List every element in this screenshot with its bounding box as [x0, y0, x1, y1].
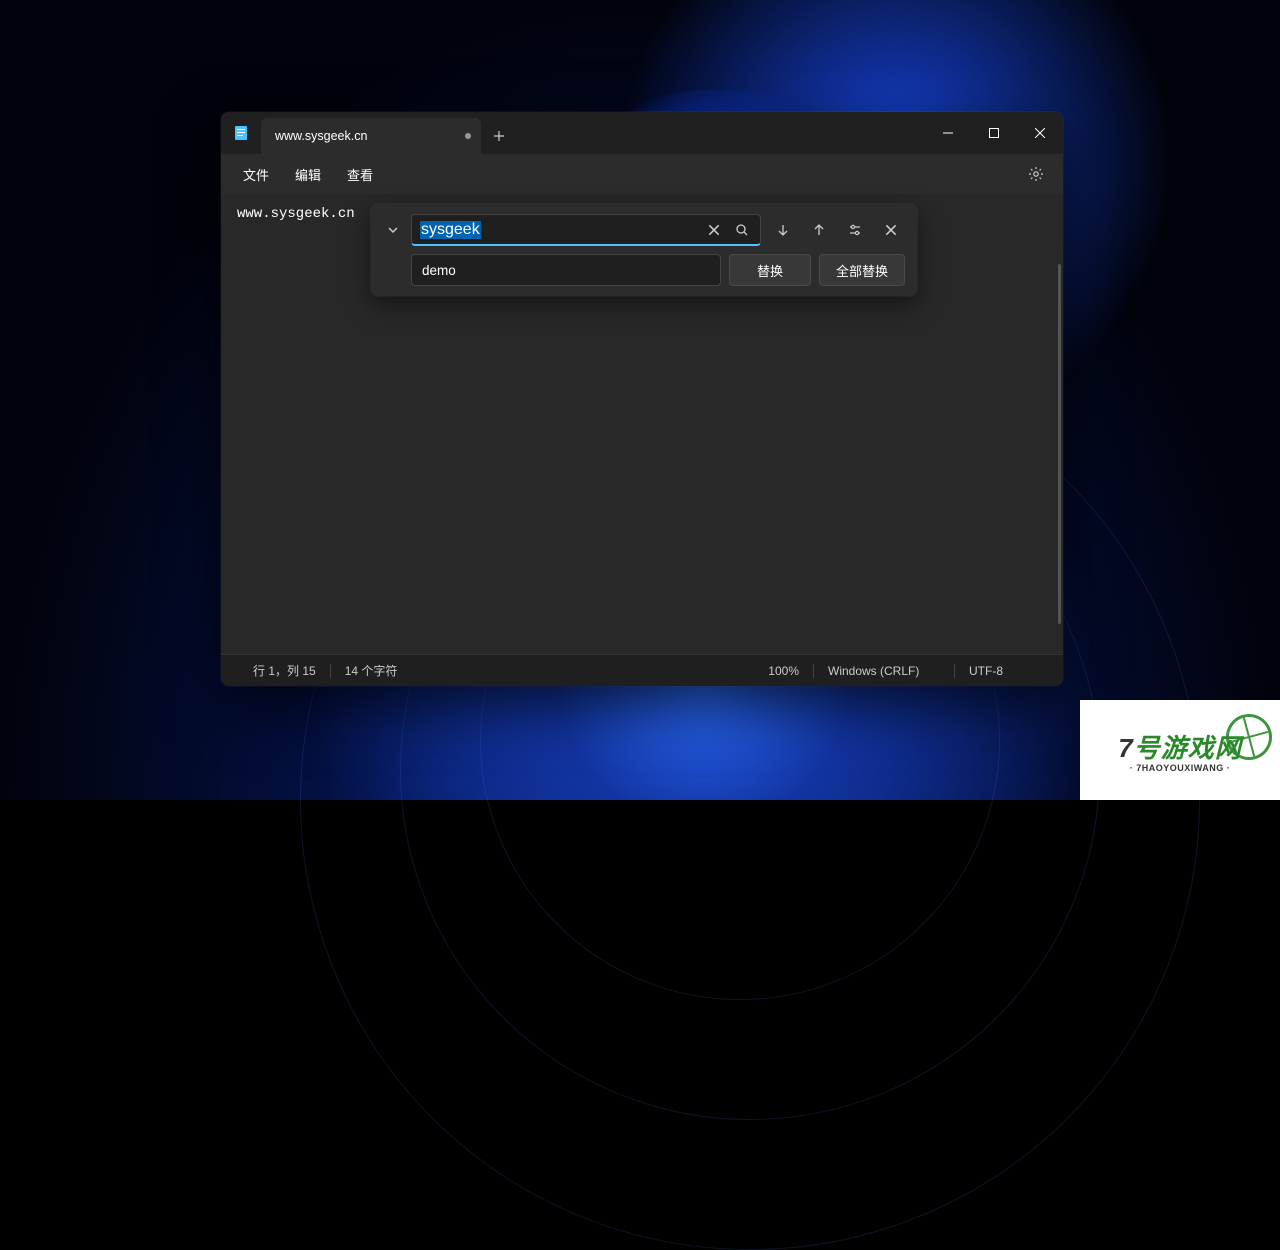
minimize-button[interactable]: [925, 112, 971, 154]
editor-content[interactable]: www.sysgeek.cn: [237, 206, 355, 222]
menu-view[interactable]: 查看: [335, 159, 385, 190]
arrow-up-icon: [812, 223, 826, 237]
menu-edit[interactable]: 编辑: [283, 159, 333, 190]
search-icon: [735, 223, 749, 237]
modified-indicator-icon: [465, 133, 471, 139]
notepad-app-icon: [221, 112, 261, 154]
settings-button[interactable]: [1019, 159, 1053, 189]
replace-input[interactable]: [411, 254, 721, 286]
vertical-scrollbar[interactable]: [1058, 264, 1061, 624]
options-icon: [848, 223, 862, 237]
statusbar: 行 1，列 15 14 个字符 100% Windows (CRLF) UTF-…: [221, 654, 1063, 686]
find-previous-button[interactable]: [805, 216, 833, 244]
watermark-prefix: 7: [1118, 733, 1133, 763]
document-tab[interactable]: www.sysgeek.cn: [261, 118, 481, 154]
status-line-ending[interactable]: Windows (CRLF): [814, 664, 954, 678]
close-button[interactable]: [1017, 112, 1063, 154]
arrow-down-icon: [776, 223, 790, 237]
search-input[interactable]: sysgeek: [420, 221, 481, 239]
close-icon: [884, 223, 898, 237]
collapse-toggle[interactable]: [383, 224, 403, 236]
titlebar[interactable]: www.sysgeek.cn: [221, 112, 1063, 154]
close-icon: [707, 223, 721, 237]
search-options-button[interactable]: [841, 216, 869, 244]
close-find-panel-button[interactable]: [877, 216, 905, 244]
status-char-count: 14 个字符: [331, 662, 412, 679]
status-cursor-position[interactable]: 行 1，列 15: [239, 662, 330, 679]
watermark-subtext: · 7HAOYOUXIWANG ·: [1130, 763, 1231, 773]
search-button[interactable]: [728, 216, 756, 244]
status-zoom[interactable]: 100%: [754, 664, 813, 678]
tab-title: www.sysgeek.cn: [275, 129, 367, 143]
search-field-wrapper: sysgeek: [411, 214, 761, 246]
menu-file[interactable]: 文件: [231, 159, 281, 190]
menubar: 文件 编辑 查看: [221, 154, 1063, 194]
replace-all-button[interactable]: 全部替换: [819, 254, 905, 286]
new-tab-button[interactable]: [481, 118, 517, 154]
maximize-button[interactable]: [971, 112, 1017, 154]
status-encoding[interactable]: UTF-8: [955, 664, 1045, 678]
find-next-button[interactable]: [769, 216, 797, 244]
replace-button[interactable]: 替换: [729, 254, 811, 286]
clear-search-button[interactable]: [700, 216, 728, 244]
notepad-window: www.sysgeek.cn 文件 编辑 查看 www.sysgeek.cn: [221, 112, 1063, 686]
find-replace-panel: sysgeek: [371, 204, 917, 296]
site-watermark: 7号游戏网 · 7HAOYOUXIWANG ·: [1080, 700, 1280, 800]
editor-area[interactable]: www.sysgeek.cn sysgeek: [221, 194, 1063, 654]
chevron-down-icon: [387, 224, 399, 236]
